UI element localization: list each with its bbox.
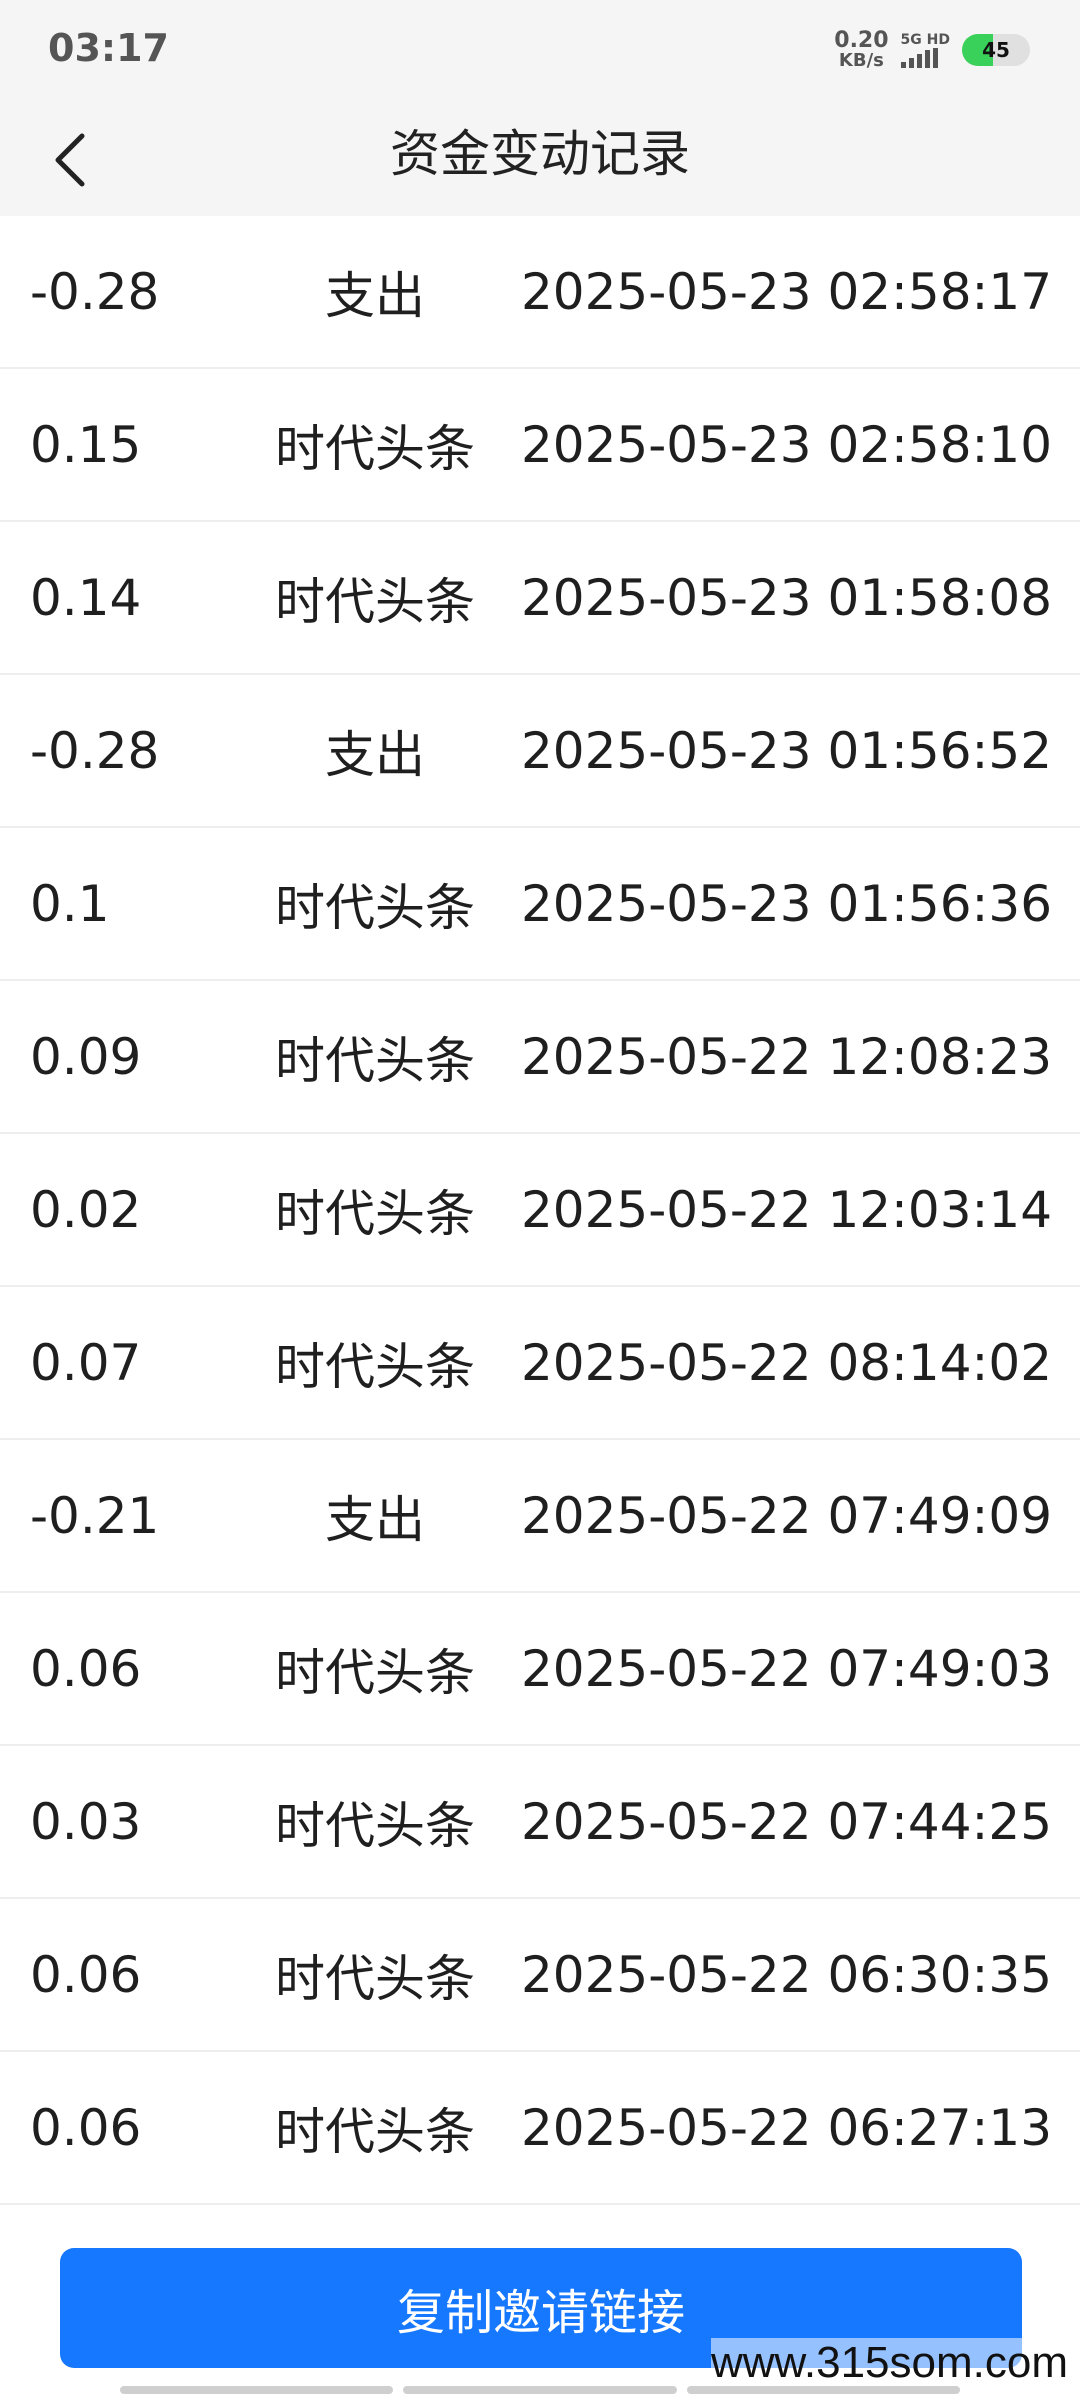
record-amount: 0.15 — [30, 415, 142, 474]
record-amount: 0.02 — [30, 1180, 142, 1239]
record-time: 2025-05-22 06:27:13 — [520, 2098, 1052, 2157]
record-amount: 0.09 — [30, 1027, 142, 1086]
record-type: 支出 — [325, 266, 425, 325]
record-type: 时代头条 — [275, 419, 475, 478]
status-bar: 03:17 0.20 KB/s 5G HD 45 — [0, 0, 1080, 100]
record-time: 2025-05-22 06:30:35 — [520, 1945, 1052, 2004]
table-row: 0.14 时代头条 2025-05-23 01:58:08 — [0, 522, 1080, 675]
signal-bars-icon — [900, 48, 938, 68]
table-row: 0.06 时代头条 2025-05-22 06:27:13 — [0, 2052, 1080, 2205]
table-row: 0.15 时代头条 2025-05-23 02:58:10 — [0, 369, 1080, 522]
network-speed-value: 0.20 — [834, 28, 889, 53]
battery-level: 45 — [982, 38, 1010, 62]
signal-icon: 5G HD — [900, 32, 950, 68]
battery-icon: 45 — [962, 34, 1030, 66]
table-row: 0.1 时代头条 2025-05-23 01:56:36 — [0, 828, 1080, 981]
record-amount: -0.28 — [30, 721, 160, 780]
network-speed-unit: KB/s — [838, 50, 884, 71]
record-type: 时代头条 — [275, 1031, 475, 1090]
table-row: -0.28 支出 2025-05-23 01:56:52 — [0, 675, 1080, 828]
table-row: 0.06 时代头条 2025-05-22 06:30:35 — [0, 1899, 1080, 2052]
record-time: 2025-05-23 02:58:17 — [520, 262, 1052, 321]
table-row: 0.02 时代头条 2025-05-22 12:03:14 — [0, 1134, 1080, 1287]
record-type: 时代头条 — [275, 1949, 475, 2008]
table-row: 0.07 时代头条 2025-05-22 08:14:02 — [0, 1287, 1080, 1440]
signal-label: 5G HD — [900, 32, 950, 48]
record-time: 2025-05-23 01:58:08 — [520, 568, 1052, 627]
table-row: 0.03 时代头条 2025-05-22 07:44:25 — [0, 1746, 1080, 1899]
record-type: 支出 — [325, 1490, 425, 1549]
table-row: -0.28 支出 2025-05-23 02:58:17 — [0, 216, 1080, 369]
network-speed: 0.20 KB/s — [834, 30, 888, 70]
record-amount: 0.03 — [30, 1792, 142, 1851]
record-time: 2025-05-23 01:56:36 — [520, 874, 1052, 933]
table-row: -0.21 支出 2025-05-22 07:49:09 — [0, 1440, 1080, 1593]
record-type: 时代头条 — [275, 1184, 475, 1243]
record-type: 时代头条 — [275, 572, 475, 631]
record-time: 2025-05-22 12:08:23 — [520, 1027, 1052, 1086]
record-type: 时代头条 — [275, 1337, 475, 1396]
record-type: 时代头条 — [275, 1643, 475, 1702]
record-amount: 0.06 — [30, 2098, 142, 2157]
record-type: 支出 — [325, 725, 425, 784]
record-amount: -0.28 — [30, 262, 160, 321]
record-time: 2025-05-22 07:49:09 — [520, 1486, 1052, 1545]
record-amount: -0.21 — [30, 1486, 160, 1545]
record-time: 2025-05-23 01:56:52 — [520, 721, 1052, 780]
record-type: 时代头条 — [275, 2102, 475, 2161]
record-time: 2025-05-23 02:58:10 — [520, 415, 1052, 474]
record-amount: 0.06 — [30, 1639, 142, 1698]
record-time: 2025-05-22 07:44:25 — [520, 1792, 1052, 1851]
record-time: 2025-05-22 12:03:14 — [520, 1180, 1052, 1239]
record-type: 时代头条 — [275, 1796, 475, 1855]
gesture-bar — [120, 2386, 960, 2394]
table-row: 0.06 时代头条 2025-05-22 07:49:03 — [0, 1593, 1080, 1746]
record-amount: 0.1 — [30, 874, 110, 933]
nav-bar: 资金变动记录 — [0, 100, 1080, 216]
status-time: 03:17 — [48, 26, 169, 70]
record-amount: 0.07 — [30, 1333, 142, 1392]
status-icons: 0.20 KB/s 5G HD 45 — [834, 28, 1030, 72]
record-type: 时代头条 — [275, 878, 475, 937]
page-title: 资金变动记录 — [390, 125, 690, 183]
record-time: 2025-05-22 07:49:03 — [520, 1639, 1052, 1698]
record-list[interactable]: -0.28 支出 2025-05-23 02:58:17 0.15 时代头条 2025-0… — [0, 216, 1080, 2205]
record-time: 2025-05-22 08:14:02 — [520, 1333, 1052, 1392]
record-amount: 0.14 — [30, 568, 142, 627]
record-amount: 0.06 — [30, 1945, 142, 2004]
watermark: www.315som.com — [710, 2338, 1068, 2388]
table-row: 0.09 时代头条 2025-05-22 12:08:23 — [0, 981, 1080, 1134]
